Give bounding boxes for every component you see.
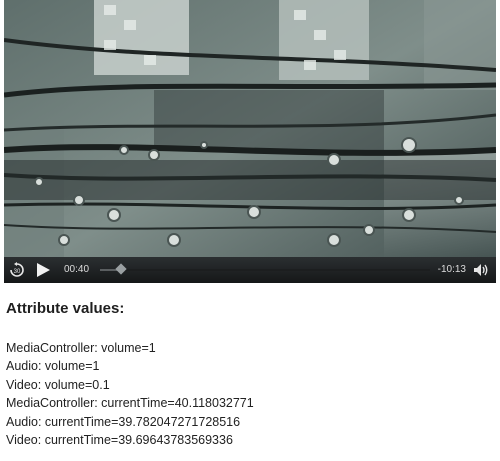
video-player[interactable]: 30 00:40 -10:13 xyxy=(4,0,496,283)
attribute-line: Audio: currentTime=39.782047271728516 xyxy=(6,414,241,429)
rewind-30-icon[interactable]: 30 xyxy=(8,261,26,279)
attribute-line: MediaController: currentTime=40.11803277… xyxy=(6,396,254,411)
video-frame xyxy=(4,0,496,283)
speaker-icon xyxy=(474,264,488,276)
rewind-30-label: 30 xyxy=(14,269,21,275)
media-controls: 30 00:40 -10:13 xyxy=(4,257,496,283)
play-button[interactable] xyxy=(34,261,52,279)
attribute-values-heading: Attribute values: xyxy=(6,300,125,317)
elapsed-time: 00:40 xyxy=(64,264,90,275)
volume-button[interactable] xyxy=(472,261,490,279)
timeline-scrubber[interactable] xyxy=(100,263,430,275)
play-icon xyxy=(37,263,50,277)
attribute-line: Audio: volume=1 xyxy=(6,359,100,374)
attribute-line: Video: volume=0.1 xyxy=(6,377,110,392)
remaining-time: -10:13 xyxy=(437,264,466,275)
timeline-thumb[interactable] xyxy=(115,263,127,275)
attribute-values-list: MediaController: volume=1 Audio: volume=… xyxy=(6,339,494,449)
attribute-values-panel: Attribute values: MediaController: volum… xyxy=(6,300,494,449)
attribute-line: MediaController: volume=1 xyxy=(6,341,156,355)
attribute-line: Video: currentTime=39.69643783569336 xyxy=(6,433,233,448)
